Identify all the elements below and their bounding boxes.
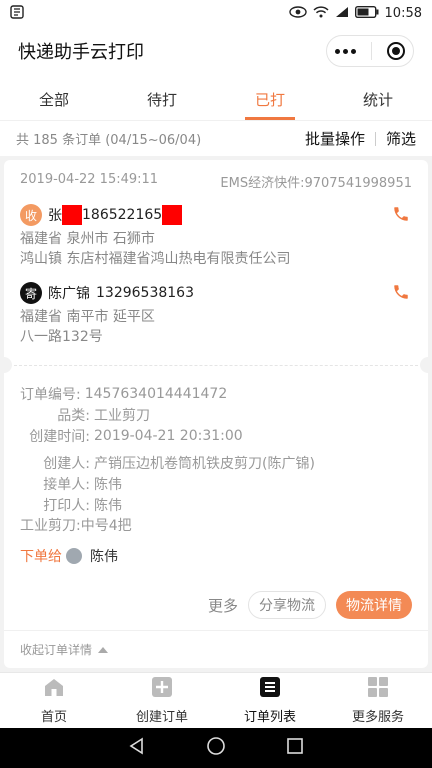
share-logistics-button[interactable]: 分享物流 xyxy=(248,591,326,619)
assignee-name: 陈伟 xyxy=(90,549,118,565)
recipient-address-line1: 福建省 泉州市 石狮市 xyxy=(20,231,155,247)
logistics-details-button[interactable]: 物流详情 xyxy=(336,591,412,619)
order-count-text: 共 185 条订单 (04/15~06/04) xyxy=(16,133,202,148)
order-number: 1457634014441472 xyxy=(84,385,228,402)
sender-badge: 寄 xyxy=(20,282,42,304)
order-card: 2019-04-22 15:49:11 EMS经济快件:970754199895… xyxy=(0,160,432,668)
home-circle-icon[interactable] xyxy=(206,736,226,760)
nav-label: 首页 xyxy=(40,710,67,725)
order-list-icon xyxy=(259,676,281,702)
eye-icon xyxy=(288,5,307,21)
sender-section: 寄 陈广锦 13296538163 福建省 南平市 延平区 八一路132号 xyxy=(4,279,428,347)
phone-icon[interactable] xyxy=(392,205,410,227)
detail-key: 创建人: xyxy=(43,455,90,472)
status-time: 10:58 xyxy=(384,5,422,21)
add-order-icon xyxy=(151,676,173,702)
detail-key: 品类: xyxy=(57,407,90,424)
battery-icon xyxy=(354,5,379,21)
nav-order-list[interactable]: 订单列表 xyxy=(216,673,324,728)
nav-more-services[interactable]: 更多服务 xyxy=(324,673,432,728)
filter-button[interactable]: 筛选 xyxy=(386,128,416,149)
wifi-icon xyxy=(313,5,329,21)
creator-value: 产销压边机卷筒机铁皮剪刀(陈广锦) xyxy=(94,455,315,472)
grid-icon xyxy=(367,676,389,702)
phone-icon[interactable] xyxy=(392,283,410,305)
receiver-value: 陈伟 xyxy=(94,476,122,493)
sender-name: 陈广锦 xyxy=(48,286,90,302)
sender-address-line2: 八一路132号 xyxy=(20,329,103,345)
sender-phone: 13296538163 xyxy=(96,285,194,301)
recents-icon[interactable] xyxy=(286,737,304,759)
tab-all[interactable]: 全部 xyxy=(0,76,108,120)
category-value: 工业剪刀 xyxy=(94,407,150,424)
nav-label: 订单列表 xyxy=(243,710,296,725)
recipient-address-line2: 鸿山镇 东店村福建省鸿山热电有限责任公司 xyxy=(20,251,291,267)
home-icon xyxy=(43,676,65,702)
tab-statistics[interactable]: 统计 xyxy=(324,76,432,120)
tab-printed[interactable]: 已打 xyxy=(216,76,324,120)
caret-up-icon xyxy=(98,646,109,653)
nav-home[interactable]: 首页 xyxy=(0,673,108,728)
collapse-label: 收起订单详情 xyxy=(20,643,93,657)
batch-operation-button[interactable]: 批量操作 xyxy=(305,128,365,149)
tracking-number: EMS经济快件:9707541998951 xyxy=(220,176,412,191)
printer-value: 陈伟 xyxy=(94,497,122,514)
recipient-badge: 收 xyxy=(20,204,42,226)
collapse-details-toggle[interactable]: 收起订单详情 xyxy=(4,630,428,668)
close-miniprogram-icon[interactable] xyxy=(387,42,406,60)
avatar xyxy=(66,548,82,564)
order-remark: 工业剪刀:中号4把 xyxy=(20,518,132,534)
more-button[interactable]: 更多 xyxy=(208,595,238,616)
app-header: 快递助手云打印 xyxy=(0,26,432,76)
order-tabs: 全部 待打 已打 统计 xyxy=(0,76,432,120)
detail-key: 打印人: xyxy=(43,497,90,514)
detail-key: 订单编号: xyxy=(20,386,81,403)
more-menu-icon[interactable] xyxy=(334,48,356,54)
detail-key: 创建时间: xyxy=(29,428,90,445)
tab-pending[interactable]: 待打 xyxy=(108,76,216,120)
card-divider xyxy=(0,355,432,375)
nav-label: 创建订单 xyxy=(135,710,188,725)
nav-label: 更多服务 xyxy=(351,710,404,725)
notification-icon xyxy=(10,4,30,22)
redaction-block xyxy=(162,205,183,225)
back-icon[interactable] xyxy=(128,737,146,759)
detail-key: 接单人: xyxy=(43,476,90,493)
status-bar: 10:58 xyxy=(0,0,432,26)
sender-address-line1: 福建省 南平市 延平区 xyxy=(20,309,155,325)
order-datetime: 2019-04-22 15:49:11 xyxy=(20,172,159,187)
redaction-block xyxy=(62,205,82,225)
recipient-phone: 186522165 xyxy=(82,207,163,223)
assign-label: 下单给 xyxy=(20,549,62,565)
nav-create-order[interactable]: 创建订单 xyxy=(108,673,216,728)
system-nav-bar xyxy=(0,728,432,768)
signal-icon xyxy=(335,6,349,21)
recipient-name: 张 xyxy=(48,208,62,224)
miniprogram-capsule xyxy=(326,35,414,67)
recipient-section: 收 张 186522165 福建省 泉州市 石狮市 鸿山镇 东店村福建省鸿山热电… xyxy=(4,201,428,269)
summary-bar: 共 185 条订单 (04/15~06/04) 批量操作 筛选 xyxy=(0,120,432,156)
order-actions: 更多 分享物流 物流详情 xyxy=(4,591,428,619)
created-time-value: 2019-04-21 20:31:00 xyxy=(94,427,243,444)
app-title: 快递助手云打印 xyxy=(18,42,144,63)
order-details: 订单编号: 1457634014441472 品类: 工业剪刀 创建时间: 20… xyxy=(4,383,428,571)
bottom-nav: 首页 创建订单 订单列表 更多服务 xyxy=(0,672,432,728)
